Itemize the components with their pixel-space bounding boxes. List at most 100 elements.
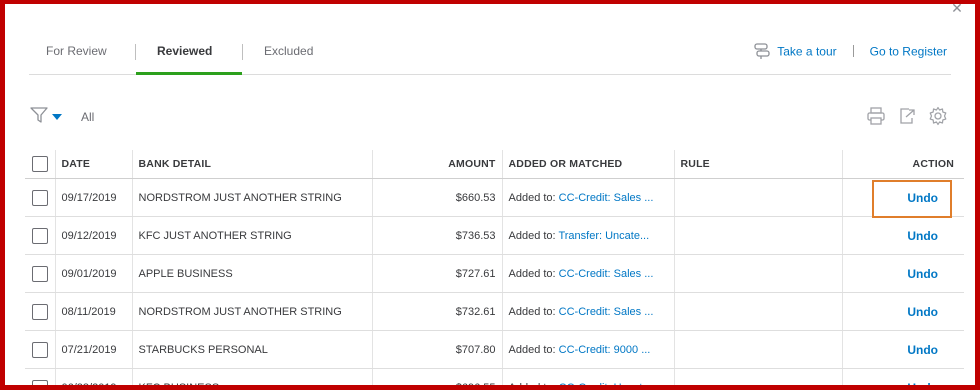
row-select-cell xyxy=(25,292,56,331)
filter-value: All xyxy=(81,110,95,124)
added-prefix: Added to: xyxy=(508,381,556,390)
bank-detail-cell: KFC BUSINESS xyxy=(132,368,373,385)
undo-button[interactable]: Undo xyxy=(907,343,938,357)
bank-detail-cell: NORDSTROM JUST ANOTHER STRING xyxy=(132,292,373,331)
gear-icon[interactable] xyxy=(928,106,948,131)
added-or-matched-cell: Added to: CC-Credit: 9000 ... xyxy=(502,330,675,369)
action-cell: Undo xyxy=(842,368,964,386)
rule-cell xyxy=(674,178,843,217)
link-divider xyxy=(852,44,854,57)
added-prefix: Added to: xyxy=(508,191,556,204)
category-link[interactable]: Transfer: Uncate... xyxy=(558,230,649,242)
bank-detail-cell: NORDSTROM JUST ANOTHER STRING xyxy=(132,178,373,217)
date-cell: 09/17/2019 xyxy=(55,178,133,217)
undo-button[interactable]: Undo xyxy=(907,229,938,243)
date-cell: 08/11/2019 xyxy=(55,292,133,331)
date-cell: 09/12/2019 xyxy=(55,216,133,255)
added-or-matched-cell: Added to: CC-Credit: Sales ... xyxy=(502,292,675,331)
added-or-matched-cell: Added to: CC-Credit: Sales ... xyxy=(502,178,675,217)
row-checkbox[interactable] xyxy=(31,227,48,244)
row-checkbox[interactable] xyxy=(31,303,48,320)
amount-cell: $660.53 xyxy=(372,178,503,217)
printer-icon[interactable] xyxy=(866,106,886,131)
row-select-cell xyxy=(25,368,56,385)
rule-cell xyxy=(674,368,843,385)
date-header[interactable]: DATE xyxy=(55,150,133,179)
row-select-cell xyxy=(25,216,56,255)
bank-detail-cell: APPLE BUSINESS xyxy=(132,254,373,293)
action-cell: Undo xyxy=(842,330,964,369)
signpost-icon xyxy=(753,42,771,63)
bank-detail-header[interactable]: BANK DETAIL xyxy=(132,150,373,179)
added-prefix: Added to: xyxy=(508,267,556,280)
table-header-row: DATE BANK DETAIL AMOUNT ADDED OR MATCHED… xyxy=(25,150,964,179)
table-row[interactable]: 09/01/2019 APPLE BUSINESS $727.61 Added … xyxy=(25,254,964,293)
bank-transactions-panel: ✕ For Review Reviewed Excluded Take a to… xyxy=(0,0,980,390)
select-all-checkbox[interactable] xyxy=(31,156,48,172)
row-select-cell xyxy=(25,254,56,293)
table-row[interactable]: 09/12/2019 KFC JUST ANOTHER STRING $736.… xyxy=(25,216,964,255)
bank-detail-cell: KFC JUST ANOTHER STRING xyxy=(132,216,373,255)
table-row[interactable]: 08/11/2019 NORDSTROM JUST ANOTHER STRING… xyxy=(25,292,964,331)
added-or-matched-header[interactable]: ADDED OR MATCHED xyxy=(502,150,675,179)
action-cell: Undo xyxy=(842,292,964,331)
undo-button[interactable]: Undo xyxy=(907,191,938,205)
tab-divider xyxy=(242,44,243,60)
added-or-matched-cell: Added to: CC-Credit: Sales ... xyxy=(502,254,675,293)
table-row[interactable]: 07/21/2019 STARBUCKS PERSONAL $707.80 Ad… xyxy=(25,330,964,369)
action-cell: Undo xyxy=(842,254,964,293)
reviewed-transactions-table: DATE BANK DETAIL AMOUNT ADDED OR MATCHED… xyxy=(25,150,964,390)
added-or-matched-cell: Added to: CC-Credit: Uncat... xyxy=(502,368,675,390)
row-checkbox[interactable] xyxy=(31,379,48,385)
close-icon[interactable]: ✕ xyxy=(943,4,971,20)
funnel-icon[interactable] xyxy=(30,106,50,129)
rule-cell xyxy=(674,292,843,331)
added-prefix: Added to: xyxy=(508,305,556,318)
added-prefix: Added to: xyxy=(508,229,556,242)
rule-header[interactable]: RULE xyxy=(674,150,843,179)
tab-divider xyxy=(135,44,136,60)
category-link[interactable]: CC-Credit: Uncat... xyxy=(559,382,652,386)
undo-button[interactable]: Undo xyxy=(907,305,938,319)
undo-button[interactable]: Undo xyxy=(907,267,938,281)
take-tour-link[interactable]: Take a tour xyxy=(777,45,836,59)
category-link[interactable]: CC-Credit: Sales ... xyxy=(559,192,654,204)
date-cell: 09/01/2019 xyxy=(55,254,133,293)
date-cell: 07/21/2019 xyxy=(55,330,133,369)
undo-button[interactable]: Undo xyxy=(907,381,938,386)
action-header: ACTION xyxy=(842,150,964,179)
amount-cell: $732.61 xyxy=(372,292,503,331)
row-checkbox[interactable] xyxy=(31,265,48,282)
table-row[interactable]: 06/28/2019 KFC BUSINESS $696.55 Added to… xyxy=(25,368,964,390)
table-row[interactable]: 09/17/2019 NORDSTROM JUST ANOTHER STRING… xyxy=(25,178,964,217)
tab-for-review[interactable]: For Review xyxy=(46,44,107,58)
header-links: Take a tour Go to Register xyxy=(753,42,947,63)
action-cell: Undo xyxy=(842,216,964,255)
amount-cell: $707.80 xyxy=(372,330,503,369)
action-cell: Undo xyxy=(842,178,964,217)
amount-cell: $727.61 xyxy=(372,254,503,293)
select-all-cell xyxy=(25,150,56,179)
active-tab-indicator xyxy=(136,72,242,75)
category-link[interactable]: CC-Credit: 9000 ... xyxy=(559,344,651,356)
category-link[interactable]: CC-Credit: Sales ... xyxy=(559,268,654,280)
bank-detail-cell: STARBUCKS PERSONAL xyxy=(132,330,373,369)
rule-cell xyxy=(674,254,843,293)
export-icon[interactable] xyxy=(897,106,917,131)
added-prefix: Added to: xyxy=(508,343,556,356)
tab-reviewed[interactable]: Reviewed xyxy=(157,44,212,58)
category-link[interactable]: CC-Credit: Sales ... xyxy=(559,306,654,318)
row-checkbox[interactable] xyxy=(31,341,48,358)
tab-excluded[interactable]: Excluded xyxy=(264,44,313,58)
amount-header[interactable]: AMOUNT xyxy=(372,150,503,179)
row-select-cell xyxy=(25,178,56,217)
chevron-down-icon[interactable] xyxy=(52,114,62,120)
amount-cell: $736.53 xyxy=(372,216,503,255)
date-cell: 06/28/2019 xyxy=(55,368,133,385)
row-checkbox[interactable] xyxy=(31,189,48,206)
go-to-register-link[interactable]: Go to Register xyxy=(870,45,947,59)
added-or-matched-cell: Added to: Transfer: Uncate... xyxy=(502,216,675,255)
amount-cell: $696.55 xyxy=(372,368,503,385)
row-select-cell xyxy=(25,330,56,369)
rule-cell xyxy=(674,216,843,255)
